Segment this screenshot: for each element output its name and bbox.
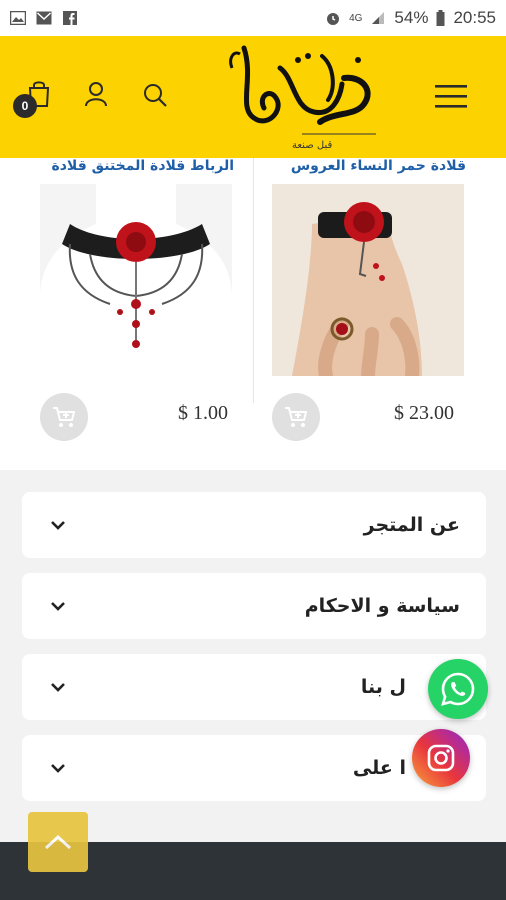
product-image-choker[interactable] <box>40 184 232 376</box>
product-price: $ 1.00 <box>178 402 228 424</box>
product-image-bracelet[interactable] <box>272 184 464 376</box>
product-title[interactable]: قلادة حمر النساء العروس <box>291 158 466 174</box>
alarm-icon <box>327 13 340 25</box>
product-price: $ 23.00 <box>394 402 454 424</box>
accordion-policy-terms[interactable]: سياسة و الاحكام <box>22 573 486 639</box>
gallery-icon <box>10 11 26 25</box>
accordion-contact-us[interactable]: ل بنا <box>22 654 486 720</box>
chevron-down-icon <box>51 683 65 692</box>
search-icon <box>144 84 167 107</box>
instagram-button[interactable] <box>412 729 470 787</box>
facebook-icon <box>63 11 77 25</box>
accordion-label: عن المتجر <box>363 514 460 536</box>
whatsapp-icon <box>441 672 475 706</box>
battery-icon <box>436 10 445 26</box>
accordion-label: ا على <box>352 757 406 779</box>
battery-percent: 54% <box>394 8 429 27</box>
scroll-to-top-button[interactable] <box>28 812 88 872</box>
add-to-cart-icon <box>285 407 308 427</box>
product-grid: قلادة حمر النساء العروس $ 23.00 الرباط ق… <box>0 158 506 470</box>
mail-icon <box>36 11 52 25</box>
product-title[interactable]: الرباط قلادة المختنق قلادة <box>51 158 234 174</box>
choker-photo <box>40 184 232 376</box>
account-button[interactable] <box>82 80 110 108</box>
status-bar: 4G 54% 20:55 <box>0 0 506 36</box>
user-icon <box>85 82 107 107</box>
add-to-cart-button[interactable] <box>40 393 88 441</box>
brand-logo[interactable] <box>224 38 384 154</box>
instagram-icon <box>427 744 455 772</box>
add-to-cart-button[interactable] <box>272 393 320 441</box>
logo-caption: قبل صنعة <box>292 140 333 151</box>
column-divider <box>253 158 254 403</box>
site-header: 0 قبل صنعة <box>0 36 506 158</box>
network-type: 4G <box>349 12 363 24</box>
accordion-label: ل بنا <box>360 676 406 698</box>
accordion-label: سياسة و الاحكام <box>304 595 460 617</box>
signal-icon <box>372 12 385 24</box>
hamburger-menu-icon <box>435 85 467 108</box>
search-button[interactable] <box>140 80 170 110</box>
menu-button[interactable] <box>432 80 470 112</box>
accordion-about-store[interactable]: عن المتجر <box>22 492 486 558</box>
bracelet-photo <box>272 184 464 376</box>
clock: 20:55 <box>453 8 496 27</box>
chevron-down-icon <box>51 602 65 611</box>
cart-count-badge: 0 <box>13 94 37 118</box>
add-to-cart-icon <box>53 407 76 427</box>
chevron-down-icon <box>51 521 65 530</box>
whatsapp-button[interactable] <box>428 659 488 719</box>
chevron-up-icon <box>44 834 72 850</box>
chevron-down-icon <box>51 764 65 773</box>
